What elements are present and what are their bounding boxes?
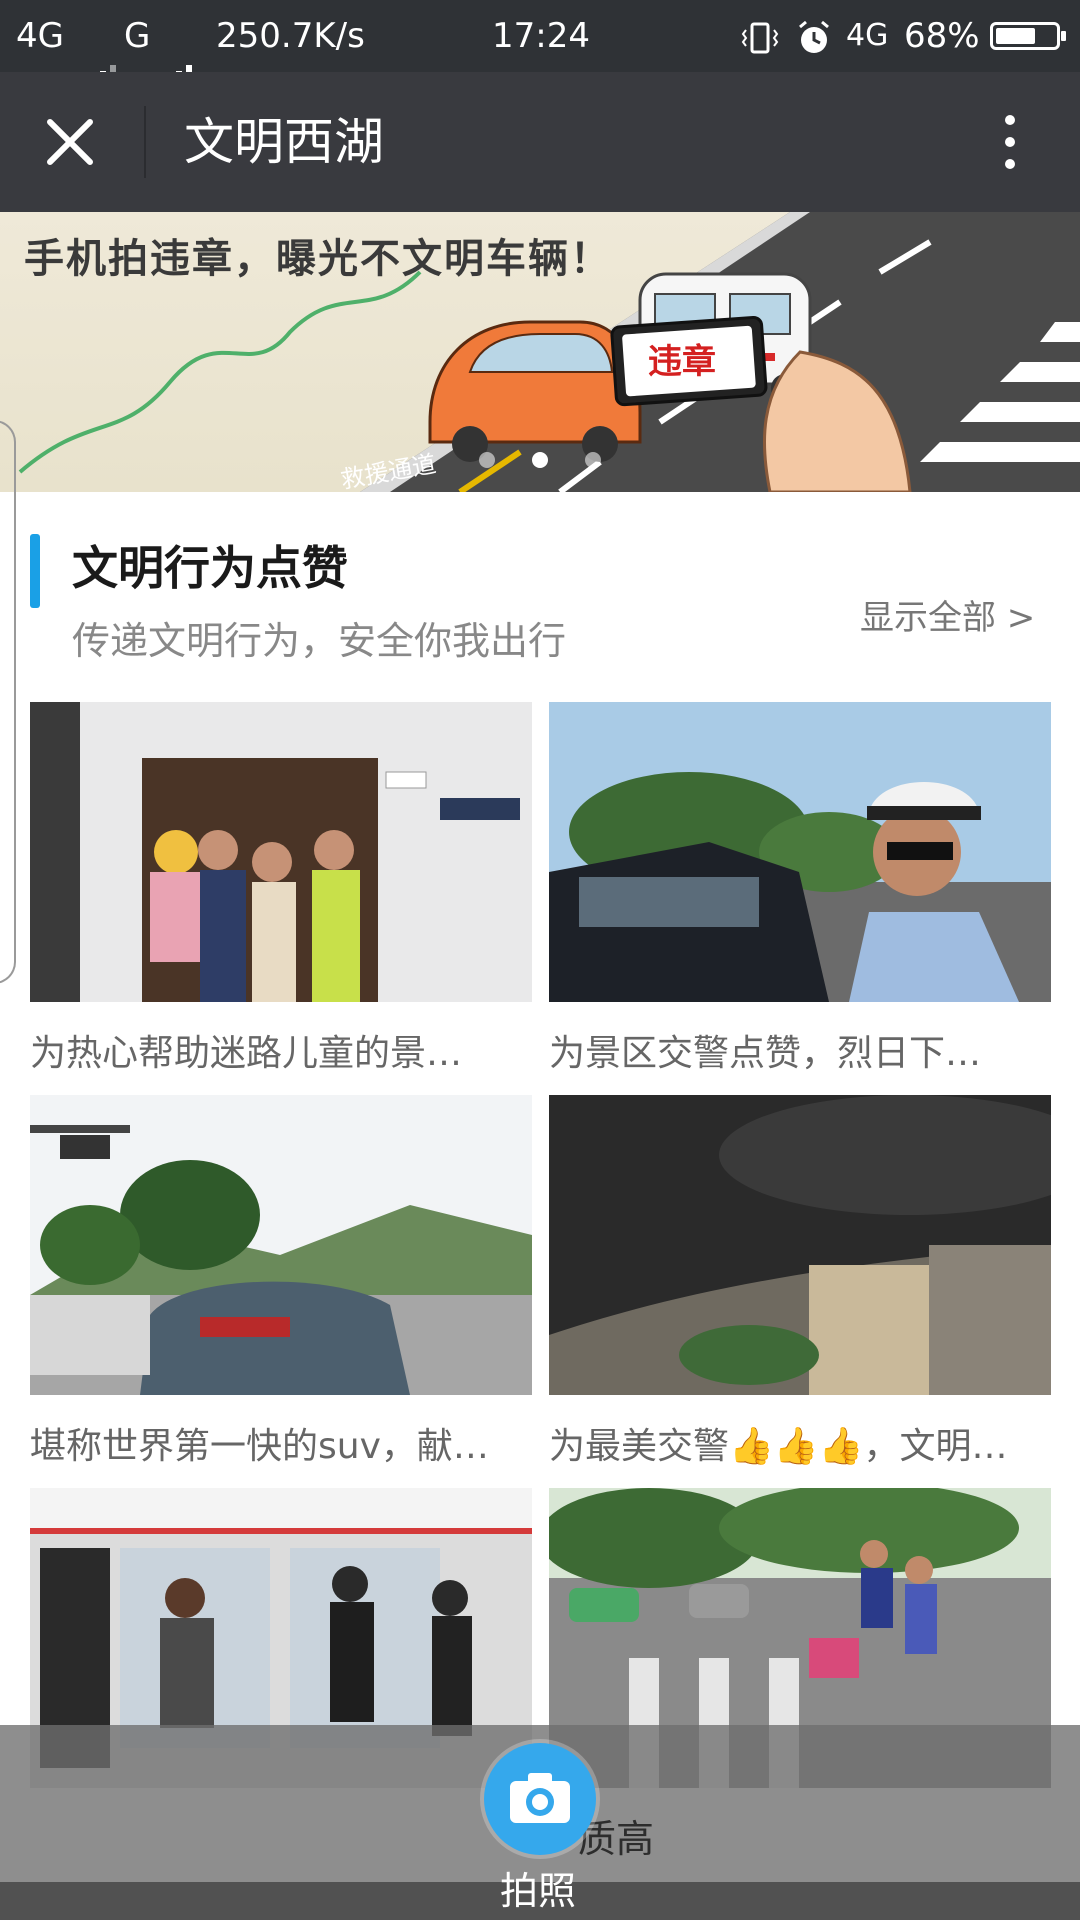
carousel-dot-2[interactable] [532,452,548,468]
signal-icon [74,0,120,95]
banner-carousel[interactable]: 手机拍违章，曝光不文明车辆！ 违章 救援通道 [0,212,1080,492]
network-speed: 250.7K/s [216,16,365,56]
carousel-dot-3[interactable] [585,452,601,468]
signal-icon-2 [150,0,196,95]
post-caption: 为景区交警点赞，烈日下… [549,1033,982,1074]
camera-icon [510,1773,570,1823]
banner-headline: 手机拍违章，曝光不文明车辆！ [24,236,612,282]
camera-button[interactable] [484,1743,596,1855]
post-thumbnail[interactable] [549,1095,1051,1395]
battery-percent: 68% [904,16,980,56]
post-caption: 堪称世界第一快的suv，献… [30,1426,489,1467]
lte-indicator: 4G [846,18,889,53]
show-all-link[interactable]: 显示全部 > [860,590,1035,639]
post-thumbnail[interactable] [30,1095,532,1395]
battery-icon [990,22,1066,50]
carousel-dot-1[interactable] [479,452,495,468]
section-accent-bar [30,534,40,608]
post-caption: 为热心帮助迷路儿童的景… [30,1033,463,1074]
vibrate-icon [740,0,780,72]
post-thumbnail[interactable] [549,702,1051,1002]
nav-divider [144,106,146,178]
section-title: 文明行为点赞 [72,541,348,595]
more-vertical-icon[interactable] [990,112,1030,172]
post-thumbnail[interactable] [30,702,532,1002]
clock: 17:24 [492,16,590,56]
section-subtitle: 传递文明行为，安全你我出行 [72,619,567,663]
alarm-icon [794,0,834,72]
camera-label[interactable]: 拍照 [500,1860,576,1915]
close-icon[interactable] [40,112,100,172]
side-drawer-handle[interactable] [0,420,16,984]
network-type-2: G [124,16,151,56]
status-bar: 4G G 250.7K/s 17:24 4G 68% [0,0,1080,95]
carousel-indicator [0,452,1080,482]
nav-bar: 文明西湖 [0,72,1080,212]
page-title: 文明西湖 [184,113,384,171]
violation-badge: 违章 [648,342,716,382]
network-type-1: 4G [16,16,64,56]
post-caption: 为最美交警👍👍👍，文明… [549,1426,1008,1467]
